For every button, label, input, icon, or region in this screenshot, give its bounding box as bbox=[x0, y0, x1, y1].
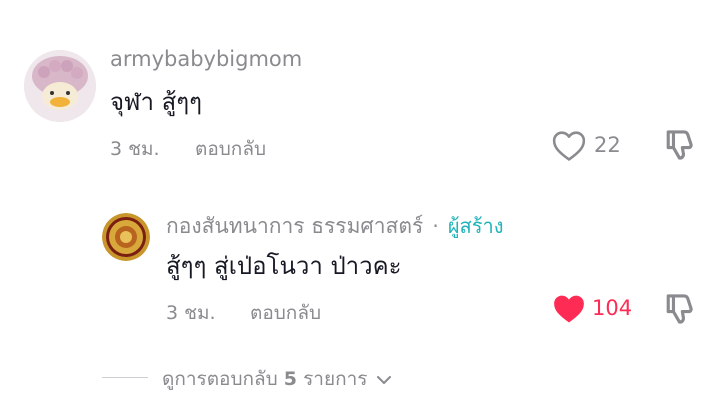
like-button[interactable] bbox=[552, 130, 588, 164]
avatar-image bbox=[102, 213, 150, 261]
creator-badge: ผู้สร้าง bbox=[447, 214, 504, 238]
dislike-icon bbox=[666, 294, 693, 324]
comment-timestamp: 3 ชม. bbox=[110, 138, 160, 160]
chevron-down-icon bbox=[376, 375, 391, 384]
divider-line bbox=[102, 377, 148, 378]
comment-username[interactable]: armybabybigmom bbox=[110, 47, 302, 71]
separator-dot: · bbox=[432, 214, 439, 238]
reply-button[interactable]: ตอบกลับ bbox=[195, 134, 266, 164]
like-count: 22 bbox=[594, 133, 621, 157]
like-count: 104 bbox=[592, 296, 633, 320]
reply-username[interactable]: กองสันทนาการ ธรรมศาสตร์ bbox=[166, 214, 423, 238]
dislike-button[interactable] bbox=[664, 292, 696, 328]
heart-filled-icon bbox=[554, 295, 584, 323]
reply-text: สู้ๆๆ สู่เป่อโนวา ป่าวคะ bbox=[166, 252, 402, 280]
avatar[interactable] bbox=[24, 50, 96, 122]
creator-avatar[interactable] bbox=[102, 213, 150, 261]
view-more-replies-button[interactable]: ดูการตอบกลับ 5 รายการ bbox=[162, 364, 392, 394]
avatar-image bbox=[24, 50, 96, 122]
view-more-count: 5 bbox=[283, 368, 298, 390]
view-more-prefix: ดูการตอบกลับ bbox=[162, 368, 278, 390]
dislike-icon bbox=[666, 130, 693, 160]
reply-button[interactable]: ตอบกลับ bbox=[250, 298, 321, 328]
view-more-suffix: รายการ bbox=[303, 368, 368, 390]
reply-timestamp: 3 ชม. bbox=[166, 302, 216, 324]
heart-outline-icon bbox=[552, 131, 586, 161]
dislike-button[interactable] bbox=[664, 128, 696, 164]
comment-text: จุฬา สู้ๆๆ bbox=[110, 88, 203, 116]
reply-header: กองสันทนาการ ธรรมศาสตร์ · ผู้สร้าง bbox=[166, 210, 504, 243]
like-button[interactable] bbox=[552, 293, 588, 327]
